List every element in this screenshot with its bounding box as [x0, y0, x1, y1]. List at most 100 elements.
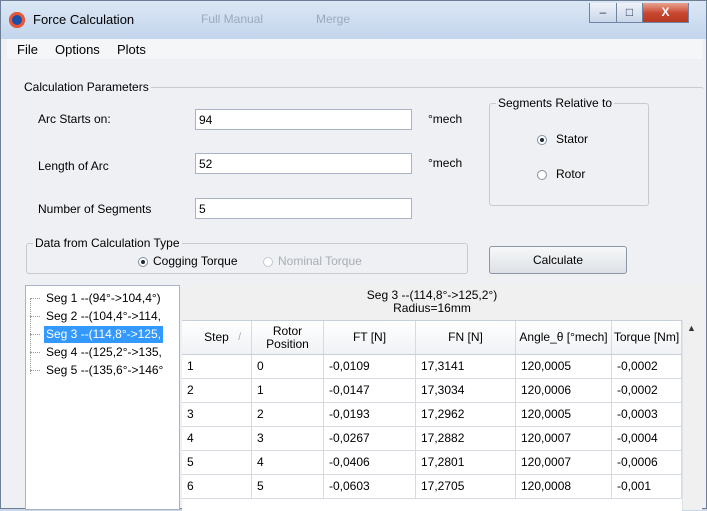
column-header-ft[interactable]: FT [N] — [324, 321, 416, 354]
app-icon — [9, 12, 25, 28]
segment-tree[interactable]: Seg 1 --(94°->104,4°) Seg 2 --(104,4°->1… — [25, 285, 180, 510]
rotor-label: Rotor — [556, 167, 586, 181]
segments-input[interactable] — [195, 198, 412, 219]
cell-step: 5 — [182, 451, 252, 474]
cell-torque: -0,001 — [612, 475, 682, 498]
sort-indicator-icon: / — [238, 332, 241, 343]
cell-ft: -0,0603 — [324, 475, 416, 498]
tree-item-label: Seg 5 --(135,6°->146° — [46, 363, 164, 377]
column-header-rotor-position[interactable]: Rotor Position — [252, 321, 324, 354]
cell-step: 2 — [182, 379, 252, 402]
tree-item-label: Seg 2 --(104,4°->114, — [46, 309, 161, 323]
cell-rotor-position: 4 — [252, 451, 324, 474]
cell-fn: 17,3034 — [416, 379, 516, 402]
cell-ft: -0,0147 — [324, 379, 416, 402]
rotor-radio[interactable] — [537, 170, 547, 180]
calculation-parameters-title: Calculation Parameters — [22, 80, 151, 94]
cogging-torque-radio[interactable] — [138, 257, 148, 267]
cell-ft: -0,0109 — [324, 355, 416, 378]
tree-item-label: Seg 4 --(125,2°->135, — [46, 345, 162, 359]
minimize-button[interactable]: – — [589, 3, 617, 23]
cell-torque: -0,0004 — [612, 427, 682, 450]
menu-bar: File Options Plots — [7, 39, 702, 59]
stator-label: Stator — [556, 132, 589, 146]
column-header-fn[interactable]: FN [N] — [416, 321, 516, 354]
results-grid[interactable]: Step / Rotor Position FT [N] FN [N] Angl… — [182, 320, 682, 511]
cell-rotor-position: 5 — [252, 475, 324, 498]
menu-plots[interactable]: Plots — [117, 42, 146, 57]
results-title: Seg 3 --(114,8°->125,2°) Radius=16mm — [182, 289, 682, 315]
tree-connector — [30, 334, 40, 335]
cell-torque: -0,0006 — [612, 451, 682, 474]
cell-angle: 120,0007 — [516, 427, 612, 450]
cell-ft: -0,0406 — [324, 451, 416, 474]
cell-fn: 17,2801 — [416, 451, 516, 474]
cell-torque: -0,0003 — [612, 403, 682, 426]
calculation-type-group: Data from Calculation Type — [26, 236, 468, 274]
background-tab-merge: Merge — [316, 12, 351, 26]
cell-torque: -0,0002 — [612, 379, 682, 402]
cell-step: 1 — [182, 355, 252, 378]
results-panel: Seg 3 --(114,8°->125,2°) Radius=16mm Ste… — [182, 285, 702, 511]
tree-connector — [30, 316, 40, 317]
tree-connector — [30, 370, 40, 371]
segments-relative-title: Segments Relative to — [496, 96, 615, 110]
background-tab-full-manual: Full Manual — [201, 12, 264, 26]
tree-item-label: Seg 3 --(114,8°->125, — [44, 326, 163, 343]
tree-connector — [30, 352, 40, 353]
cell-ft: -0,0267 — [324, 427, 416, 450]
table-row[interactable]: 1 0 -0,0109 17,3141 120,0005 -0,0002 — [182, 355, 682, 379]
cell-fn: 17,2882 — [416, 427, 516, 450]
arc-length-input[interactable] — [195, 153, 412, 174]
arc-start-label: Arc Starts on: — [38, 112, 111, 126]
cogging-torque-label: Cogging Torque — [153, 254, 238, 268]
cell-angle: 120,0005 — [516, 355, 612, 378]
table-row[interactable]: 2 1 -0,0147 17,3034 120,0006 -0,0002 — [182, 379, 682, 403]
cell-step: 4 — [182, 427, 252, 450]
cell-fn: 17,2962 — [416, 403, 516, 426]
tree-guide-line — [30, 298, 31, 374]
cell-rotor-position: 3 — [252, 427, 324, 450]
segments-label: Number of Segments — [38, 202, 152, 216]
cell-fn: 17,2705 — [416, 475, 516, 498]
column-header-angle[interactable]: Angle_θ [°mech] — [516, 321, 612, 354]
grid-header: Step / Rotor Position FT [N] FN [N] Angl… — [182, 321, 682, 355]
table-row[interactable]: 5 4 -0,0406 17,2801 120,0007 -0,0006 — [182, 451, 682, 475]
title-bar: Force Calculation Full Manual Merge – □ … — [1, 1, 706, 39]
nominal-torque-label: Nominal Torque — [278, 254, 362, 268]
column-header-torque[interactable]: Torque [Nm] — [612, 321, 682, 354]
cell-ft: -0,0193 — [324, 403, 416, 426]
radius-label: Radius=16mm — [393, 301, 471, 315]
maximize-button[interactable]: □ — [616, 3, 643, 23]
arc-length-unit: °mech — [428, 156, 463, 170]
tree-connector — [30, 298, 40, 299]
table-row[interactable]: 4 3 -0,0267 17,2882 120,0007 -0,0004 — [182, 427, 682, 451]
table-row[interactable]: 3 2 -0,0193 17,2962 120,0005 -0,0003 — [182, 403, 682, 427]
arc-length-label: Length of Arc — [38, 159, 109, 173]
cell-torque: -0,0002 — [612, 355, 682, 378]
menu-options[interactable]: Options — [55, 42, 100, 57]
arc-start-input[interactable] — [195, 109, 412, 130]
tree-item-label: Seg 1 --(94°->104,4°) — [46, 291, 161, 305]
cell-step: 3 — [182, 403, 252, 426]
scroll-up-arrow-icon[interactable]: ▲ — [683, 320, 700, 337]
column-header-label: Step — [204, 330, 229, 344]
cell-rotor-position: 0 — [252, 355, 324, 378]
cell-rotor-position: 2 — [252, 403, 324, 426]
segments-relative-group: Segments Relative to — [489, 96, 649, 206]
cell-angle: 120,0008 — [516, 475, 612, 498]
cell-angle: 120,0005 — [516, 403, 612, 426]
menu-file[interactable]: File — [17, 42, 38, 57]
column-header-step[interactable]: Step / — [182, 321, 252, 354]
cell-rotor-position: 1 — [252, 379, 324, 402]
close-button[interactable]: X — [642, 3, 689, 23]
stator-radio[interactable] — [537, 135, 547, 145]
nominal-torque-radio[interactable] — [263, 257, 273, 267]
arc-start-unit: °mech — [428, 112, 463, 126]
table-row[interactable]: 6 5 -0,0603 17,2705 120,0008 -0,001 — [182, 475, 682, 499]
calculate-button[interactable]: Calculate — [489, 246, 627, 274]
force-calculation-window: Force Calculation Full Manual Merge – □ … — [0, 0, 707, 511]
cell-fn: 17,3141 — [416, 355, 516, 378]
grid-vertical-scrollbar[interactable]: ▲ — [682, 320, 700, 510]
cell-step: 6 — [182, 475, 252, 498]
